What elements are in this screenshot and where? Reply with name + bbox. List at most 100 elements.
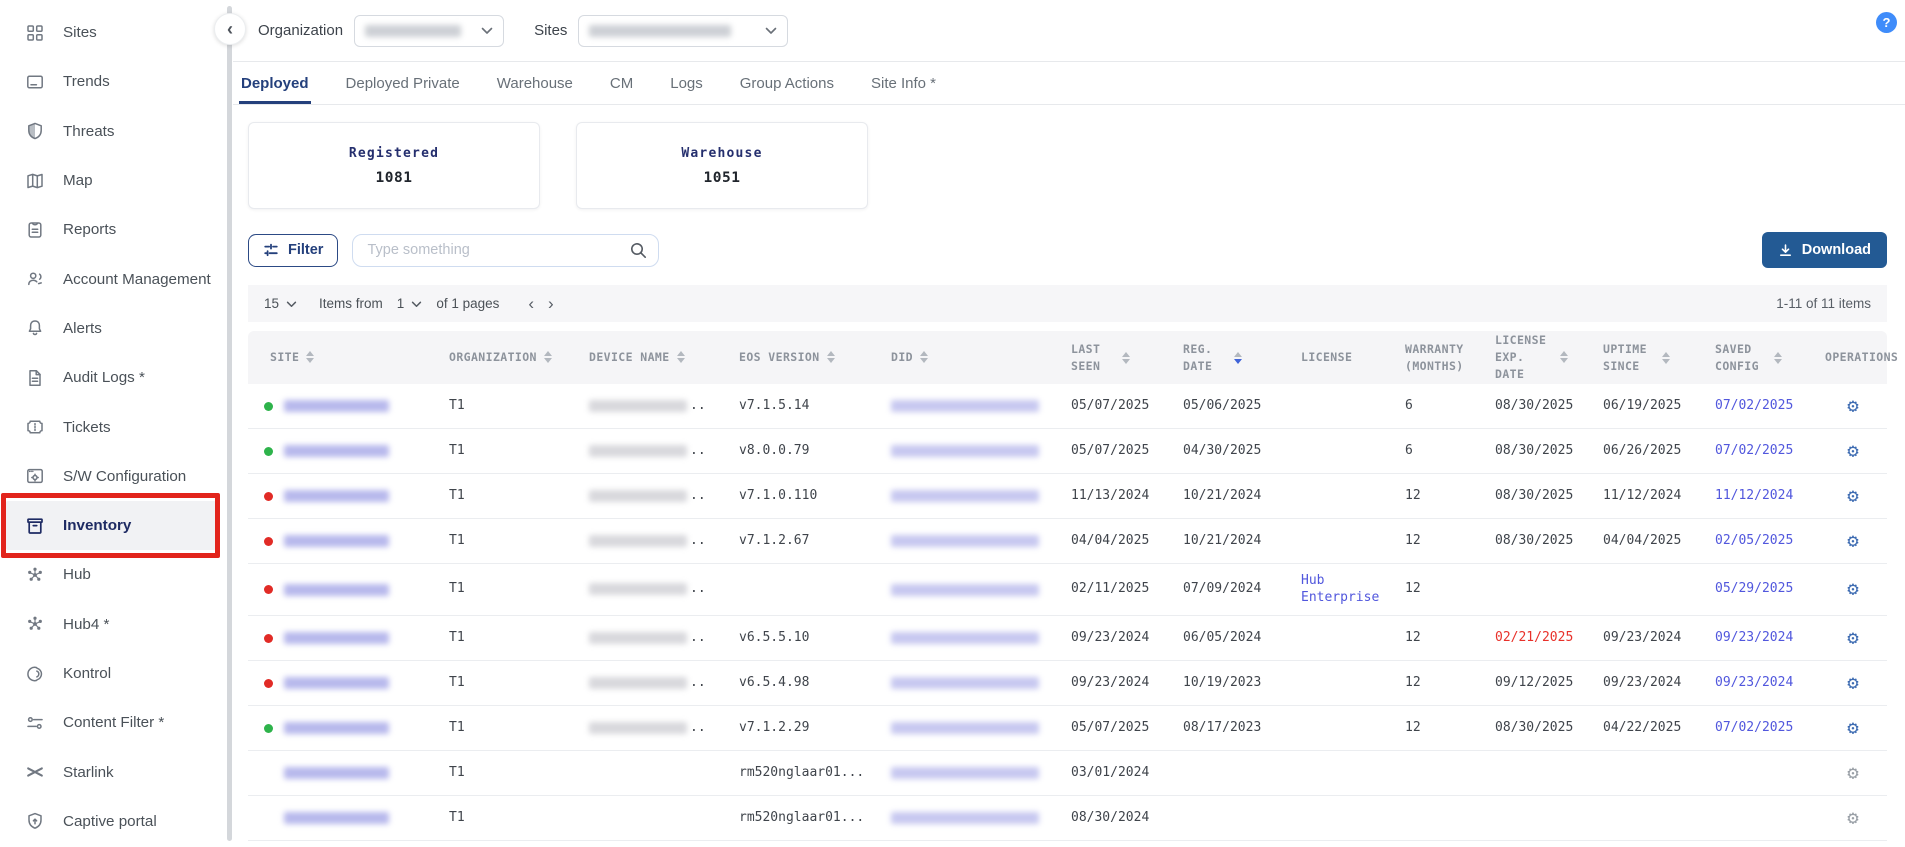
sort-arrows-icon[interactable]	[1774, 352, 1782, 364]
column-header-last-seen[interactable]: LAST SEEN	[1055, 341, 1167, 374]
sidebar-scrollbar[interactable]	[227, 6, 232, 841]
column-header-saved-config[interactable]: SAVED CONFIG	[1699, 341, 1809, 374]
gear-icon[interactable]: ⚙	[1847, 442, 1858, 461]
did-link-redacted[interactable]	[891, 490, 1039, 502]
saved-config-link[interactable]: 09/23/2024	[1715, 630, 1793, 647]
sidebar-item-trends[interactable]: Trends	[0, 57, 226, 106]
did-link-redacted[interactable]	[891, 677, 1039, 689]
sidebar-item-captive-portal[interactable]: Captive portal	[0, 797, 226, 846]
column-header-warranty[interactable]: WARRANTY (MONTHS)	[1389, 341, 1479, 374]
sort-arrows-icon[interactable]	[677, 351, 685, 363]
site-link-redacted[interactable]	[284, 812, 389, 824]
sidebar-item-sites[interactable]: Sites	[0, 8, 226, 57]
site-link-redacted[interactable]	[284, 400, 389, 412]
column-header-reg-date[interactable]: REG. DATE	[1167, 341, 1285, 374]
did-link-redacted[interactable]	[891, 400, 1039, 412]
did-link-redacted[interactable]	[891, 767, 1039, 779]
sidebar-item-sw-configuration[interactable]: S/W Configuration	[0, 452, 226, 501]
sort-arrows-icon[interactable]	[1122, 352, 1130, 364]
sidebar-item-threats[interactable]: Threats	[0, 107, 226, 156]
gear-icon[interactable]: ⚙	[1847, 487, 1858, 506]
column-header-uptime-since[interactable]: UPTIME SINCE	[1587, 341, 1699, 374]
column-header-device-name[interactable]: DEVICE NAME	[573, 349, 723, 366]
gear-icon[interactable]: ⚙	[1847, 580, 1858, 599]
column-header-did[interactable]: DID	[875, 349, 1055, 366]
previous-page-button[interactable]: ‹	[521, 295, 541, 312]
sort-arrows-icon[interactable]	[306, 351, 314, 363]
filter-button[interactable]: Filter	[248, 234, 338, 267]
did-link-redacted[interactable]	[891, 445, 1039, 457]
did-link-redacted[interactable]	[891, 722, 1039, 734]
tab-deployed[interactable]: Deployed	[239, 62, 311, 104]
sort-arrows-icon[interactable]	[827, 351, 835, 363]
gear-icon[interactable]: ⚙	[1847, 397, 1858, 416]
sidebar-item-alerts[interactable]: Alerts	[0, 304, 226, 353]
saved-config-link[interactable]: 11/12/2024	[1715, 488, 1793, 505]
site-link-redacted[interactable]	[284, 677, 389, 689]
gear-icon[interactable]: ⚙	[1847, 719, 1858, 738]
gear-icon[interactable]: ⚙	[1847, 764, 1858, 783]
did-link-redacted[interactable]	[891, 584, 1039, 596]
sidebar-collapse-button[interactable]: ‹	[214, 13, 246, 45]
sidebar-item-kontrol[interactable]: Kontrol	[0, 649, 226, 698]
sidebar-item-account-management[interactable]: Account Management	[0, 254, 226, 303]
saved-config-link[interactable]: 07/02/2025	[1715, 720, 1793, 737]
page-size-value[interactable]: 15	[264, 296, 279, 311]
did-link-redacted[interactable]	[891, 632, 1039, 644]
saved-config-link[interactable]: 09/23/2024	[1715, 675, 1793, 692]
next-page-button[interactable]: ›	[541, 295, 561, 312]
sort-arrows-icon[interactable]	[1662, 352, 1670, 364]
help-button[interactable]: ?	[1876, 12, 1897, 33]
search-icon[interactable]	[629, 241, 648, 260]
chevron-down-icon[interactable]	[411, 301, 422, 308]
site-link-redacted[interactable]	[284, 722, 389, 734]
gear-icon[interactable]: ⚙	[1847, 532, 1858, 551]
sort-arrows-icon[interactable]	[1560, 351, 1568, 363]
tab-warehouse[interactable]: Warehouse	[495, 62, 575, 104]
gear-icon[interactable]: ⚙	[1847, 674, 1858, 693]
sidebar-item-map[interactable]: Map	[0, 156, 226, 205]
sort-arrows-icon[interactable]	[920, 351, 928, 363]
sidebar-item-content-filter[interactable]: Content Filter *	[0, 698, 226, 747]
did-link-redacted[interactable]	[891, 812, 1039, 824]
sidebar-item-inventory[interactable]: Inventory	[6, 501, 216, 550]
sidebar-item-hub4[interactable]: Hub4 *	[0, 600, 226, 649]
saved-config-link[interactable]: 02/05/2025	[1715, 533, 1793, 550]
sidebar-item-tickets[interactable]: Tickets	[0, 402, 226, 451]
sort-arrows-icon[interactable]	[544, 351, 552, 363]
sidebar-item-starlink[interactable]: Starlink	[0, 747, 226, 796]
column-header-license-exp-date[interactable]: LICENSE EXP. DATE	[1479, 332, 1587, 382]
sort-arrows-icon[interactable]	[1234, 352, 1242, 364]
download-button[interactable]: Download	[1762, 232, 1887, 268]
column-header-eos-version[interactable]: EOS VERSION	[723, 349, 875, 366]
sidebar-item-reports[interactable]: Reports	[0, 205, 226, 254]
gear-icon[interactable]: ⚙	[1847, 809, 1858, 828]
site-link-redacted[interactable]	[284, 632, 389, 644]
tab-logs[interactable]: Logs	[668, 62, 705, 104]
search-input[interactable]	[352, 234, 659, 267]
organization-select[interactable]	[354, 15, 504, 47]
column-header-license[interactable]: LICENSE	[1285, 349, 1389, 366]
did-link-redacted[interactable]	[891, 535, 1039, 547]
gear-icon[interactable]: ⚙	[1847, 629, 1858, 648]
site-link-redacted[interactable]	[284, 535, 389, 547]
column-header-site[interactable]: SITE	[248, 349, 433, 366]
sidebar-item-audit-logs[interactable]: Audit Logs *	[0, 353, 226, 402]
tab-deployed-private[interactable]: Deployed Private	[344, 62, 462, 104]
chevron-down-icon[interactable]	[286, 301, 297, 308]
sites-select[interactable]	[578, 15, 788, 47]
license-link[interactable]: Hub Enterprise	[1301, 573, 1389, 607]
site-link-redacted[interactable]	[284, 490, 389, 502]
site-link-redacted[interactable]	[284, 767, 389, 779]
saved-config-link[interactable]: 07/02/2025	[1715, 443, 1793, 460]
column-header-organization[interactable]: ORGANIZATION	[433, 349, 573, 366]
tab-site-info[interactable]: Site Info *	[869, 62, 938, 104]
current-page-value[interactable]: 1	[397, 296, 405, 311]
tab-group-actions[interactable]: Group Actions	[738, 62, 836, 104]
saved-config-link[interactable]: 05/29/2025	[1715, 581, 1793, 598]
saved-config-link[interactable]: 07/02/2025	[1715, 398, 1793, 415]
tab-cm[interactable]: CM	[608, 62, 635, 104]
site-link-redacted[interactable]	[284, 445, 389, 457]
sidebar-item-hub[interactable]: Hub	[0, 550, 226, 599]
site-link-redacted[interactable]	[284, 584, 389, 596]
